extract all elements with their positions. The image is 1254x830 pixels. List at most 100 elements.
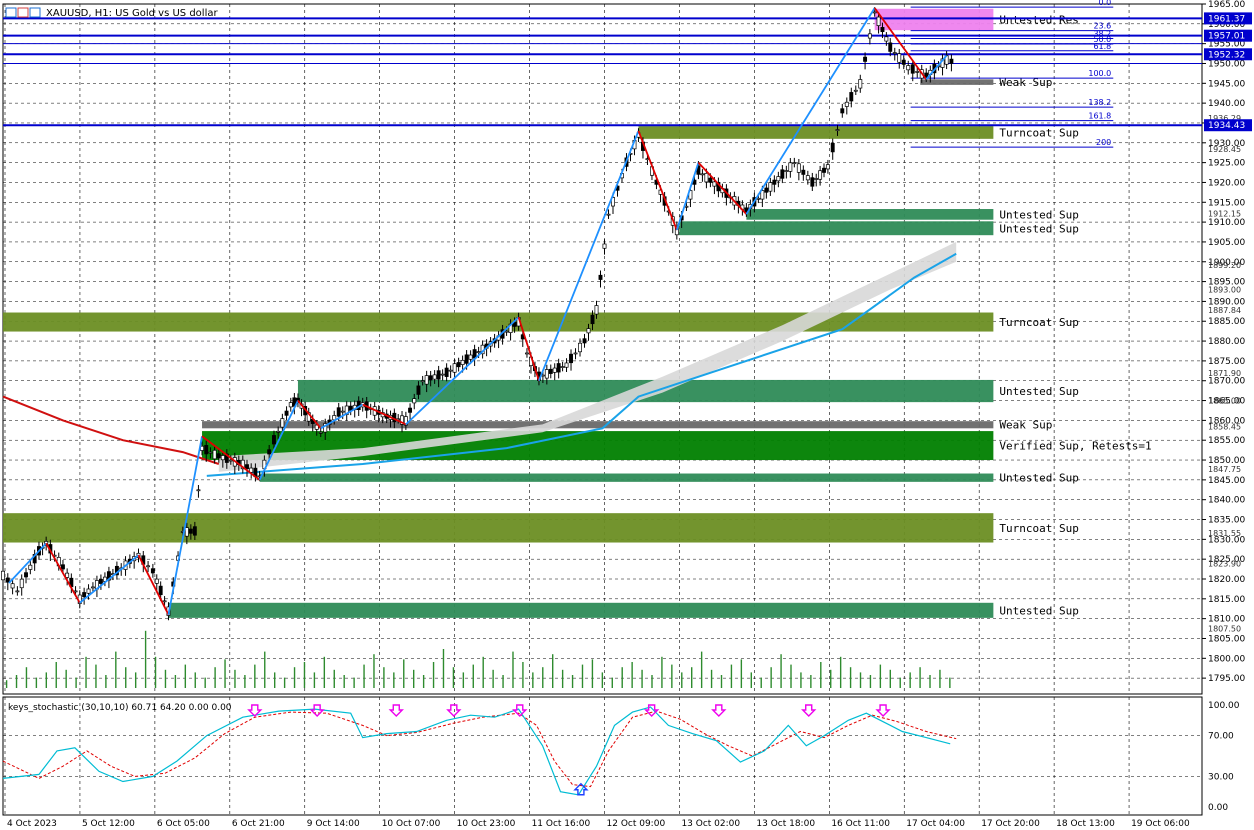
candle-body — [949, 58, 954, 64]
time-axis-label: 13 Oct 02:00 — [681, 819, 740, 829]
price-tick-label: 1840.00 — [1208, 496, 1245, 506]
candle-body — [915, 71, 920, 73]
time-axis-label: 6 Oct 05:00 — [157, 819, 210, 829]
candle-body — [560, 366, 565, 368]
candle-body — [90, 586, 95, 589]
candle-body — [556, 363, 561, 373]
time-axis-label: 18 Oct 13:00 — [1056, 819, 1115, 829]
candle-body — [428, 375, 433, 381]
candle-body — [768, 182, 773, 192]
candle-body — [476, 351, 481, 353]
candle-body — [15, 590, 20, 593]
candle-body — [336, 407, 341, 417]
price-tick-label: 1800.00 — [1208, 654, 1245, 664]
zone-label: Turncoat Sup — [999, 522, 1078, 535]
price-tick-label: 1855.00 — [1208, 436, 1245, 446]
candle-body — [830, 142, 835, 153]
candle-body — [98, 578, 103, 584]
candle-body — [780, 169, 785, 179]
candle-body — [872, 11, 877, 14]
time-axis-label: 5 Oct 12:00 — [82, 819, 135, 829]
candle-body — [408, 407, 413, 413]
fib-label: 161.8 — [1088, 112, 1111, 121]
candle-body — [208, 451, 213, 454]
candle-body — [910, 64, 915, 74]
candle-body — [188, 528, 193, 534]
candle-body — [606, 213, 611, 216]
zone-label: Untested Sup — [999, 208, 1078, 221]
candle-body — [5, 577, 10, 583]
candle-body — [578, 342, 582, 353]
candle-body — [284, 410, 289, 416]
candle-body — [805, 175, 810, 181]
candle-body — [764, 187, 769, 193]
price-highlight-label: 1934.43 — [1208, 121, 1245, 131]
candle-body — [552, 367, 557, 373]
candle-body — [267, 449, 272, 455]
candle-body — [212, 449, 217, 460]
chart-title: XAUUSD, H1: US Gold vs US dollar — [46, 8, 218, 19]
price-highlight-label: 1957.01 — [1208, 32, 1245, 42]
candle-body — [897, 53, 902, 63]
candle-body — [884, 36, 889, 42]
time-axis-label: 13 Oct 18:00 — [756, 819, 815, 829]
candle-body — [704, 173, 709, 183]
price-tick-label: 1910.00 — [1208, 218, 1245, 228]
candle-body — [82, 592, 87, 598]
candle-body — [86, 588, 91, 594]
zone-label: Weak Sup — [999, 419, 1052, 432]
candle-body — [784, 170, 789, 172]
time-axis-label: 10 Oct 07:00 — [382, 819, 441, 829]
candle-body — [468, 354, 473, 360]
candle-body — [594, 305, 599, 315]
candle-body — [452, 363, 457, 373]
time-axis-label: 9 Oct 14:00 — [307, 819, 360, 829]
time-axis-label: 11 Oct 16:00 — [532, 819, 591, 829]
zone-res — [874, 8, 994, 31]
candle-body — [888, 42, 893, 52]
fib-label: 200 — [1096, 138, 1111, 147]
candle-body — [564, 362, 569, 368]
candle-body — [420, 380, 425, 383]
stoch-tick-label: 100.00 — [1208, 701, 1240, 711]
candle-body — [548, 368, 553, 374]
candle-body — [340, 410, 345, 413]
zone-untested — [746, 209, 994, 220]
candle-body — [586, 328, 591, 334]
candle-body — [796, 163, 801, 173]
candle-body — [892, 52, 897, 54]
trading-chart[interactable]: Untested Res Weak Sup Turncoat Sup Untested… — [0, 0, 1254, 830]
candle-body — [573, 352, 578, 355]
zone-label: Turncoat Sup — [999, 316, 1078, 329]
candle-body — [146, 565, 151, 568]
stoch-tick-label: 70.00 — [1208, 732, 1234, 742]
candle-body — [220, 455, 225, 461]
price-tick-label: 1835.00 — [1208, 516, 1245, 526]
price-tick-label: 1925.00 — [1208, 159, 1245, 169]
price-extra-label: 1858.45 — [1208, 423, 1241, 432]
fib-label: 0.0 — [1099, 0, 1112, 7]
time-axis-label: 17 Oct 20:00 — [981, 819, 1040, 829]
zone-untested — [168, 602, 994, 618]
price-extra-label: 1893.00 — [1208, 286, 1241, 295]
candle-body — [412, 398, 417, 404]
candle-body — [822, 167, 826, 173]
candle-body — [460, 359, 465, 365]
candle-body — [464, 354, 469, 364]
candle-body — [858, 79, 863, 89]
zone-label: Untested Sup — [999, 472, 1078, 485]
candle-body — [569, 353, 573, 364]
candle-body — [192, 526, 197, 536]
candle-body — [863, 56, 868, 62]
zone-untested — [259, 473, 994, 482]
price-extra-label: 1807.50 — [1208, 625, 1241, 634]
price-extra-label: 1847.75 — [1208, 465, 1241, 474]
candle-body — [814, 178, 819, 180]
zone-label: Untested Sup — [999, 604, 1078, 617]
candle-body — [788, 162, 793, 172]
price-tick-label: 1820.00 — [1208, 575, 1245, 585]
candle-body — [60, 564, 65, 570]
price-tick-label: 1965.00 — [1208, 0, 1245, 10]
candle-body — [598, 274, 603, 280]
candle-body — [162, 600, 167, 603]
